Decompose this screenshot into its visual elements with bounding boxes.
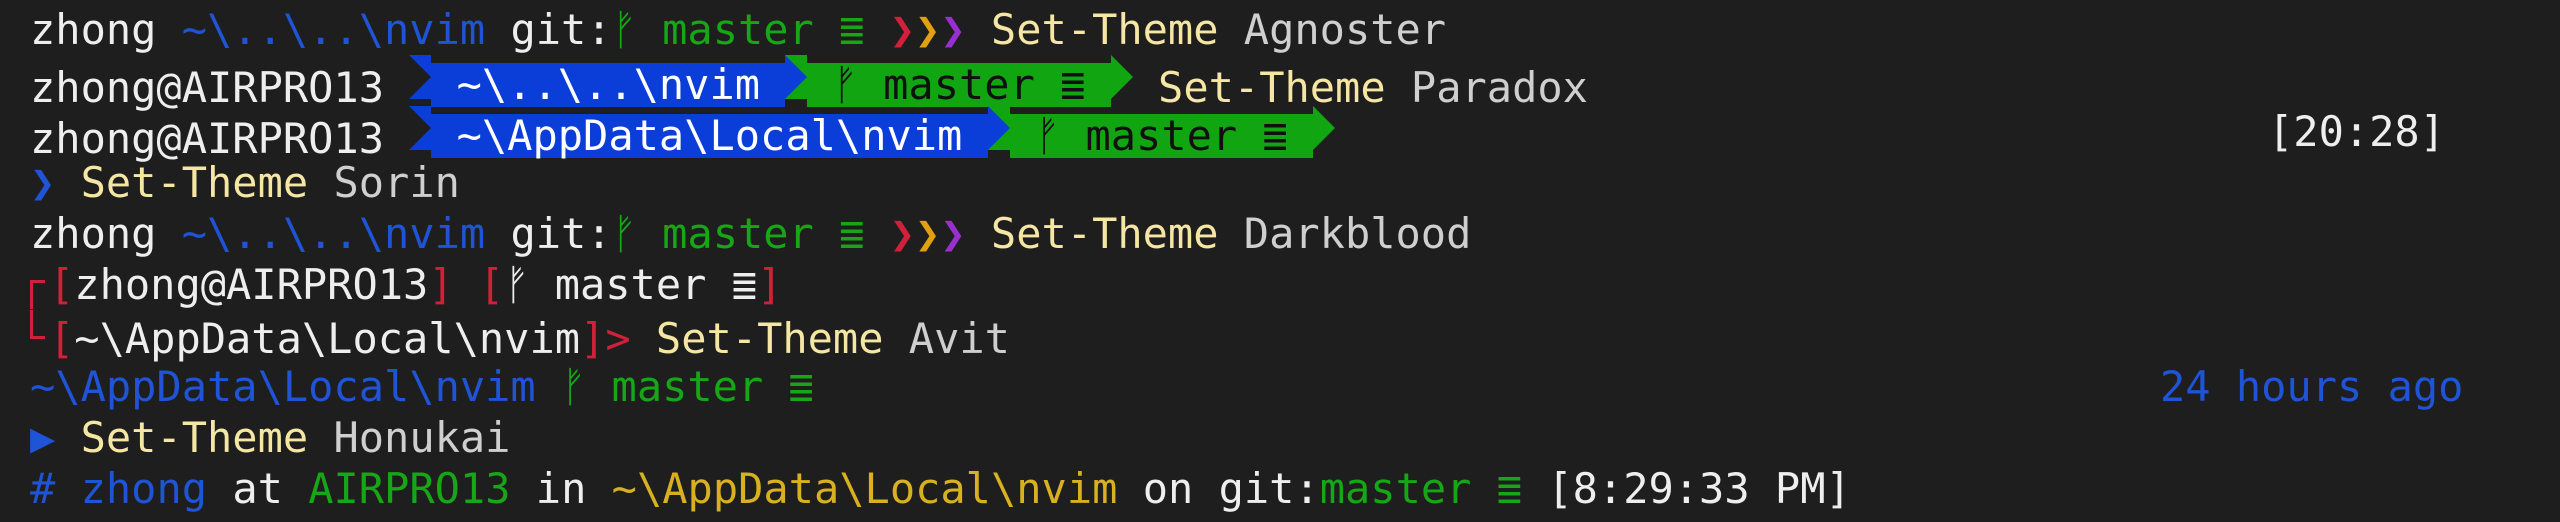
bracket-close: ] <box>428 260 454 309</box>
current-path: ~\AppData\Local\nvim <box>74 314 581 363</box>
prompt-line-darkblood-bottom: [~\AppData\Local\nvim]> Set-Theme Avit <box>30 310 2530 363</box>
path-segment: ~\..\..\nvim <box>431 60 786 109</box>
git-branch-icon: ᚠ <box>1034 111 1061 160</box>
clock-time: [20:28] <box>2268 107 2446 156</box>
prompt-chevron-icon: ❯ <box>30 158 56 207</box>
powerline-separator-icon <box>1313 106 1336 150</box>
powerline-separator-icon <box>987 106 1010 150</box>
prompt-line-avit-header: ~\AppData\Local\nvim ᚠ master ≣ 24 hours … <box>30 361 2530 412</box>
prompt-line-darkblood-command: zhong ~\..\..\nvim git:ᚠ master ≣ ❯❯❯ Se… <box>30 208 2530 259</box>
git-branch: master <box>1319 464 1472 513</box>
git-label: git: <box>510 209 612 258</box>
bracket-close: ] <box>580 314 606 363</box>
prompt-chevrons-icon: ❯❯❯ <box>889 5 966 54</box>
command-text: Set-Theme <box>990 209 1219 258</box>
powerline-separator-icon <box>785 55 808 99</box>
prompt-line-avit: ▶ Set-Theme Honukai <box>30 412 2530 463</box>
git-status-icon: ≣ <box>731 260 758 309</box>
powerline-separator-icon <box>1110 55 1133 99</box>
host-name: AIRPRO13 <box>308 464 511 513</box>
prompt-line-honukai[interactable]: # zhong at AIRPRO13 in ~\AppData\Local\n… <box>30 463 2530 514</box>
prompt-line-sorin: ❯ Set-Theme Sorin <box>30 157 2530 208</box>
git-status-icon: ≣ <box>839 209 865 258</box>
git-status-icon: ≣ <box>1496 464 1523 513</box>
bracket-open: [ <box>49 314 75 363</box>
git-label: git: <box>510 5 612 54</box>
user-host: zhong@AIRPRO13 <box>30 114 385 163</box>
path-segment: ~\AppData\Local\nvim <box>431 111 988 160</box>
git-branch-icon: ᚠ <box>832 60 858 109</box>
word-on: on <box>1142 464 1194 513</box>
prompt-line-sorin-header: zhong@AIRPRO13 ~\AppData\Local\nvim ᚠ ma… <box>30 106 2530 163</box>
word-in: in <box>535 464 587 513</box>
powerline-separator-icon <box>409 106 432 150</box>
user-name: zhong <box>30 5 157 54</box>
git-branch: master <box>662 5 814 54</box>
powerline-separator-icon <box>409 55 432 99</box>
bracket-open: [ <box>478 260 505 309</box>
command-text: Set-Theme <box>1158 63 1386 112</box>
command-argument: Agnoster <box>1243 5 1447 54</box>
git-branch-icon: ᚠ <box>561 362 587 411</box>
clock-time: [8:29:33 PM] <box>1547 464 1851 513</box>
git-status-icon: ≣ <box>788 362 814 411</box>
git-branch: master <box>662 209 814 258</box>
git-branch-icon: ᚠ <box>504 260 530 309</box>
current-path: ~\AppData\Local\nvim <box>456 111 963 160</box>
git-status-icon: ≣ <box>839 5 865 54</box>
current-path: ~\..\..\nvim <box>181 209 486 258</box>
command-text: Set-Theme <box>80 158 309 207</box>
bracket-open: [ <box>49 260 75 309</box>
git-status-icon: ≣ <box>1262 111 1288 160</box>
command-argument: Honukai <box>333 413 511 462</box>
user-name: zhong <box>80 464 208 513</box>
git-segment: ᚠ master ≣ <box>807 60 1111 109</box>
command-text: Set-Theme <box>655 314 884 363</box>
git-branch-icon: ᚠ <box>611 5 637 54</box>
prompt-chevrons-icon: ❯❯❯ <box>889 209 966 258</box>
current-path: ~\..\..\nvim <box>456 60 761 109</box>
git-label: git: <box>1218 464 1320 513</box>
git-branch: master <box>883 60 1035 109</box>
hash-icon: # <box>30 464 56 513</box>
time-ago: 24 hours ago <box>2160 362 2464 411</box>
current-path: ~\AppData\Local\nvim <box>611 464 1118 513</box>
prompt-chevron-icon: > <box>605 314 631 363</box>
git-branch: master <box>611 362 764 411</box>
command-argument: Sorin <box>333 158 460 207</box>
command-argument: Darkblood <box>1243 209 1472 258</box>
user-name: zhong <box>30 209 157 258</box>
user-host: zhong@AIRPRO13 <box>74 260 429 309</box>
command-argument: Paradox <box>1410 63 1588 112</box>
command-text: Set-Theme <box>990 5 1219 54</box>
prompt-line-paradox: zhong@AIRPRO13 ~\..\..\nvim ᚠ master ≣ S… <box>30 55 2530 112</box>
git-branch: master <box>1085 111 1238 160</box>
terminal-output[interactable]: zhong ~\..\..\nvim git:ᚠ master ≣ ❯❯❯ Se… <box>30 4 2530 514</box>
current-path: ~\..\..\nvim <box>181 5 486 54</box>
bracket-close: ] <box>757 260 783 309</box>
git-branch-icon: ᚠ <box>611 209 637 258</box>
current-path: ~\AppData\Local\nvim <box>30 362 536 411</box>
command-argument: Avit <box>908 314 1010 363</box>
git-branch: master <box>554 260 707 309</box>
command-text: Set-Theme <box>80 413 309 462</box>
prompt-line-darkblood-top: [zhong@AIRPRO13] [ᚠ master ≣] <box>30 259 2530 310</box>
git-status-icon: ≣ <box>1060 60 1086 109</box>
prompt-line-agnoster: zhong ~\..\..\nvim git:ᚠ master ≣ ❯❯❯ Se… <box>30 4 2530 55</box>
git-segment: ᚠ master ≣ <box>1009 111 1314 160</box>
word-at: at <box>232 464 283 513</box>
corner-bottom-icon <box>30 310 45 339</box>
user-host: zhong@AIRPRO13 <box>30 63 385 112</box>
prompt-triangle-icon: ▶ <box>30 413 56 462</box>
corner-top-icon <box>30 280 45 309</box>
